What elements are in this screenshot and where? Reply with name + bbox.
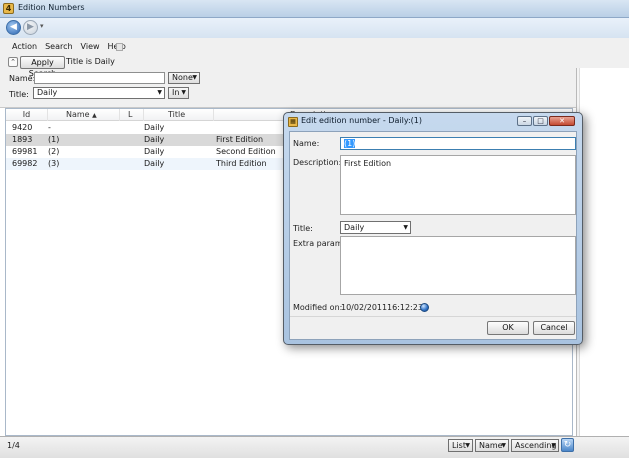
collapse-search-button[interactable]: ⌃: [8, 57, 18, 67]
menu-bar: Action Search View Help: [8, 41, 130, 53]
sort-field-select[interactable]: Name ▼: [475, 439, 509, 452]
back-arrow-icon[interactable]: ◀: [6, 20, 21, 35]
cell-id: 69981: [12, 147, 38, 156]
dialog-title-label: Title:: [293, 224, 313, 233]
cell-name: (3): [48, 159, 60, 168]
cell-title: Daily: [144, 159, 165, 168]
column-header-name-label: Name: [66, 110, 90, 119]
cell-description: First Edition: [216, 135, 264, 144]
preview-panel-content: [579, 68, 629, 436]
toolbar-grip[interactable]: [116, 43, 123, 51]
name-filter-label: Name:: [9, 74, 36, 83]
name-operator-select[interactable]: None ▼: [168, 72, 200, 84]
column-header-id[interactable]: Id: [6, 109, 48, 121]
title-filter-value: Daily: [37, 88, 58, 97]
search-criteria-text: Title is Daily: [66, 57, 115, 66]
chevron-down-icon: ▼: [551, 442, 556, 449]
maximize-icon[interactable]: □: [533, 116, 548, 126]
title-filter-select[interactable]: Daily ▼: [33, 87, 165, 99]
chevron-down-icon: ▼: [157, 89, 162, 96]
title-operator-value: In: [172, 88, 180, 97]
apply-search-button[interactable]: Apply Search: [20, 56, 65, 78]
ok-button[interactable]: OK: [487, 321, 529, 335]
cell-description: Third Edition: [216, 159, 267, 168]
dialog-modified-label: Modified on:: [293, 303, 343, 312]
status-bar: 1/4 List ▼ Name ▼ Ascending ▼ ↻: [0, 436, 629, 458]
cell-name: (2): [48, 147, 60, 156]
cell-title: Daily: [144, 123, 165, 132]
name-filter-input[interactable]: [34, 72, 165, 84]
name-operator-value: None: [172, 73, 193, 82]
title-filter-label: Title:: [9, 90, 29, 99]
cell-id: 69982: [12, 159, 38, 168]
view-mode-value: List: [452, 441, 466, 450]
globe-icon[interactable]: [420, 303, 429, 312]
column-header-l[interactable]: L: [120, 109, 144, 121]
cell-title: Daily: [144, 147, 165, 156]
dialog-modified-date: 10/02/2011: [341, 303, 388, 312]
menu-action[interactable]: Action: [8, 41, 41, 53]
window-title: Edition Numbers: [18, 3, 85, 12]
cell-id: 9420: [12, 123, 33, 132]
cell-name: (1): [48, 135, 60, 144]
window-titlebar: 4 Edition Numbers: [0, 0, 629, 18]
minimize-icon[interactable]: –: [517, 116, 532, 126]
app-icon: 4: [3, 3, 14, 14]
cell-description: Second Edition: [216, 147, 276, 156]
column-header-name[interactable]: Name ▲: [48, 109, 120, 121]
view-mode-select[interactable]: List ▼: [448, 439, 473, 452]
sort-field-value: Name: [479, 441, 503, 450]
chevron-down-icon: ▼: [501, 442, 506, 449]
chevron-down-icon: ▼: [181, 89, 186, 96]
dialog-title-value: Daily: [344, 223, 365, 232]
dialog-title-select[interactable]: Daily ▼: [340, 221, 411, 234]
dialog-divider: [290, 316, 576, 317]
cell-id: 1893: [12, 135, 33, 144]
navigation-bar: ◀ ▶ ▾: [0, 18, 629, 38]
dialog-description-textarea[interactable]: First Edition: [340, 155, 576, 215]
record-count: 1/4: [7, 441, 20, 450]
dialog-description-label: Description:: [293, 158, 342, 167]
cell-title: Daily: [144, 135, 165, 144]
refresh-icon[interactable]: ↻: [561, 438, 574, 452]
forward-arrow-icon[interactable]: ▶: [23, 20, 38, 35]
preview-panel: [576, 68, 629, 436]
close-icon[interactable]: ✕: [549, 116, 575, 126]
cell-name: -: [48, 123, 51, 132]
menu-view[interactable]: View: [77, 41, 104, 53]
cancel-button[interactable]: Cancel: [533, 321, 575, 335]
dialog-name-label: Name:: [293, 139, 320, 148]
chevron-down-icon: ▼: [403, 224, 408, 231]
history-dropdown-icon[interactable]: ▾: [40, 22, 44, 30]
sort-order-value: Ascending: [515, 441, 557, 450]
sort-order-select[interactable]: Ascending ▼: [511, 439, 559, 452]
dialog-extra-textarea[interactable]: [340, 236, 576, 295]
dialog-app-icon: ▦: [288, 117, 298, 127]
menu-search[interactable]: Search: [41, 41, 76, 53]
dialog-name-value: (1): [344, 139, 356, 148]
dialog-name-input[interactable]: (1): [340, 137, 576, 150]
dialog-title: Edit edition number - Daily:(1): [301, 116, 423, 125]
dialog-body: Name: (1) Description: First Edition Tit…: [289, 131, 577, 340]
title-operator-select[interactable]: In ▼: [168, 87, 189, 99]
column-header-title[interactable]: Title: [144, 109, 214, 121]
sort-ascending-icon: ▲: [92, 112, 97, 119]
dialog-modified-time: 16:12:23: [387, 303, 423, 312]
chevron-down-icon: ▼: [192, 74, 197, 81]
chevron-down-icon: ▼: [465, 442, 470, 449]
edit-dialog: ▦ Edit edition number - Daily:(1) – □ ✕ …: [283, 112, 583, 345]
